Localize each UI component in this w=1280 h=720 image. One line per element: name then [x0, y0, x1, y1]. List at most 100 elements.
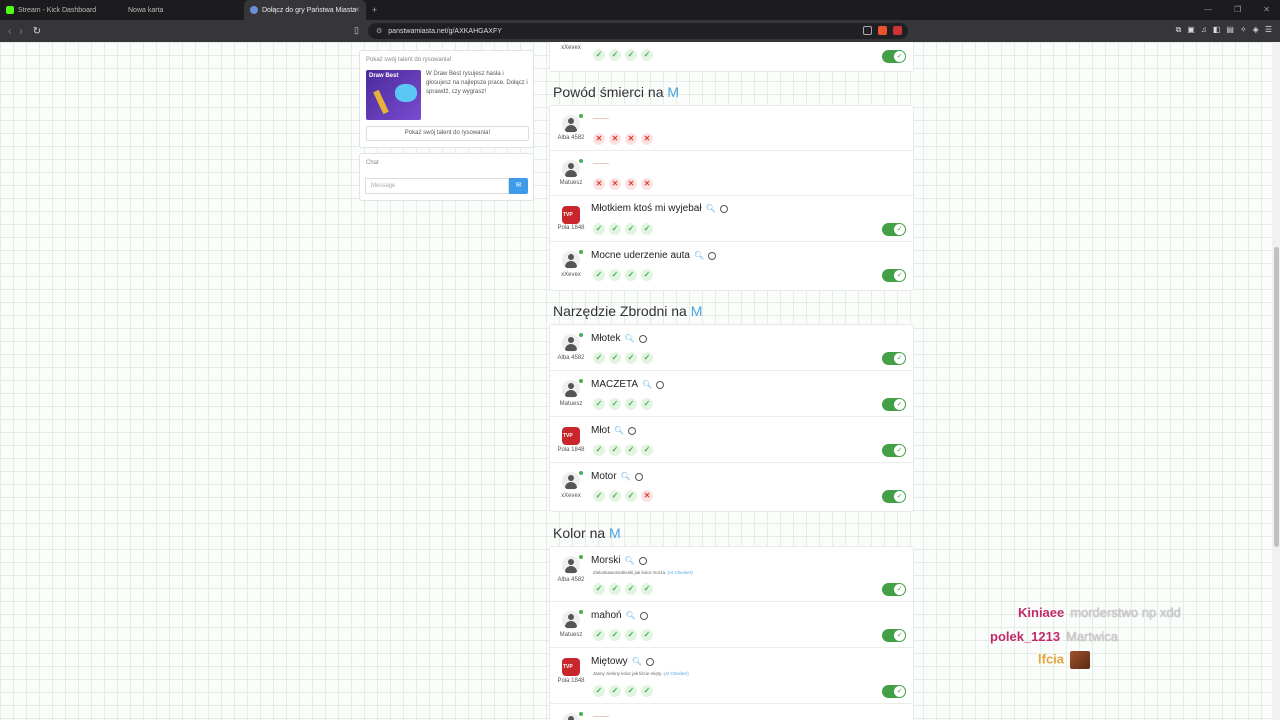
vote-accept-icon[interactable]: ✓: [609, 352, 621, 364]
emoji-icon[interactable]: [638, 334, 647, 343]
promo-button[interactable]: Pokaż swój talent do rysowania!: [366, 126, 529, 141]
vote-accept-icon[interactable]: ✓: [593, 49, 605, 61]
vote-accept-icon[interactable]: ✓: [641, 583, 653, 595]
chat-input[interactable]: Message: [365, 178, 509, 194]
bookmark-icon[interactable]: ▯: [354, 25, 359, 36]
vote-accept-icon[interactable]: ✓: [625, 685, 637, 697]
accept-toggle[interactable]: ✓: [882, 444, 906, 457]
vote-accept-icon[interactable]: ✓: [625, 444, 637, 456]
accept-toggle[interactable]: ✓: [882, 50, 906, 63]
vote-reject-icon[interactable]: ✕: [641, 133, 653, 145]
scrollbar-thumb[interactable]: [1274, 247, 1279, 547]
vote-reject-icon[interactable]: ✕: [641, 490, 653, 502]
accept-toggle[interactable]: ✓: [882, 223, 906, 236]
emoji-icon[interactable]: [639, 611, 648, 620]
vote-accept-icon[interactable]: ✓: [625, 223, 637, 235]
vote-reject-icon[interactable]: ✕: [641, 178, 653, 190]
vote-accept-icon[interactable]: ✓: [625, 629, 637, 641]
tab-kick-dashboard[interactable]: Stream - Kick Dashboard: [0, 0, 122, 20]
vote-accept-icon[interactable]: ✓: [593, 490, 605, 502]
leo-icon[interactable]: ✧: [1240, 25, 1247, 35]
reload-icon[interactable]: ↻: [33, 26, 41, 37]
rewards-icon[interactable]: [893, 26, 902, 35]
url-field[interactable]: ⚙ panstwamiasta.net/g/AXKAHGAXFY: [368, 23, 908, 39]
vote-accept-icon[interactable]: ✓: [641, 352, 653, 364]
vote-accept-icon[interactable]: ✓: [593, 685, 605, 697]
close-window-icon[interactable]: ✕: [1263, 5, 1270, 14]
draw-best-image[interactable]: Draw Best: [366, 70, 421, 120]
search-icon[interactable]: 🔍︎: [694, 251, 704, 260]
vote-accept-icon[interactable]: ✓: [593, 444, 605, 456]
vote-accept-icon[interactable]: ✓: [609, 223, 621, 235]
search-icon[interactable]: 🔍︎: [614, 426, 624, 435]
vote-reject-icon[interactable]: ✕: [625, 133, 637, 145]
back-icon[interactable]: ‹: [8, 26, 11, 37]
vote-reject-icon[interactable]: ✕: [609, 178, 621, 190]
accept-toggle[interactable]: ✓: [882, 490, 906, 503]
vote-accept-icon[interactable]: ✓: [625, 490, 637, 502]
vote-accept-icon[interactable]: ✓: [593, 629, 605, 641]
vote-accept-icon[interactable]: ✓: [609, 398, 621, 410]
accept-toggle[interactable]: ✓: [882, 583, 906, 596]
search-icon[interactable]: 🔍︎: [624, 556, 634, 565]
vote-accept-icon[interactable]: ✓: [609, 490, 621, 502]
vote-accept-icon[interactable]: ✓: [625, 269, 637, 281]
vote-accept-icon[interactable]: ✓: [641, 398, 653, 410]
vote-accept-icon[interactable]: ✓: [593, 583, 605, 595]
sidebar-icon[interactable]: ◧: [1213, 25, 1221, 35]
vote-accept-icon[interactable]: ✓: [609, 629, 621, 641]
vote-accept-icon[interactable]: ✓: [625, 352, 637, 364]
scrollbar[interactable]: [1272, 42, 1280, 720]
emoji-icon[interactable]: [638, 556, 647, 565]
vote-accept-icon[interactable]: ✓: [641, 444, 653, 456]
screenshot-icon[interactable]: ▣: [1187, 25, 1195, 35]
emoji-icon[interactable]: [634, 472, 643, 481]
search-icon[interactable]: 🔍︎: [642, 380, 652, 389]
vote-accept-icon[interactable]: ✓: [641, 269, 653, 281]
accept-toggle[interactable]: ✓: [882, 629, 906, 642]
emoji-icon[interactable]: [628, 426, 637, 435]
vote-accept-icon[interactable]: ✓: [625, 49, 637, 61]
vote-accept-icon[interactable]: ✓: [609, 49, 621, 61]
vote-accept-icon[interactable]: ✓: [609, 269, 621, 281]
accept-toggle[interactable]: ✓: [882, 685, 906, 698]
vote-accept-icon[interactable]: ✓: [641, 223, 653, 235]
tab-panstwa-miasta[interactable]: Dołącz do gry Państwa Miasta ✕: [244, 0, 366, 20]
vote-accept-icon[interactable]: ✓: [625, 583, 637, 595]
search-icon[interactable]: 🔍︎: [706, 204, 716, 213]
new-tab-button[interactable]: +: [372, 5, 377, 15]
vote-reject-icon[interactable]: ✕: [593, 178, 605, 190]
vote-accept-icon[interactable]: ✓: [625, 398, 637, 410]
search-icon[interactable]: 🔍︎: [626, 611, 636, 620]
vote-accept-icon[interactable]: ✓: [641, 685, 653, 697]
vote-accept-icon[interactable]: ✓: [609, 583, 621, 595]
search-icon[interactable]: 🔍︎: [624, 334, 634, 343]
wallet-icon[interactable]: ▤: [1226, 25, 1234, 35]
vote-reject-icon[interactable]: ✕: [625, 178, 637, 190]
vpn-icon[interactable]: ◈: [1253, 25, 1259, 35]
brave-shield-icon[interactable]: [878, 26, 887, 35]
tab-new[interactable]: Nowa karta: [122, 0, 244, 20]
site-settings-icon[interactable]: ⚙: [376, 27, 382, 35]
vote-accept-icon[interactable]: ✓: [641, 629, 653, 641]
accept-toggle[interactable]: ✓: [882, 398, 906, 411]
vote-reject-icon[interactable]: ✕: [609, 133, 621, 145]
vote-accept-icon[interactable]: ✓: [593, 269, 605, 281]
close-tab-icon[interactable]: ✕: [354, 6, 360, 14]
forward-icon[interactable]: ›: [19, 26, 22, 37]
search-icon[interactable]: 🔍︎: [632, 657, 642, 666]
music-icon[interactable]: ♫: [1201, 25, 1207, 35]
emoji-icon[interactable]: [708, 251, 717, 260]
vote-accept-icon[interactable]: ✓: [609, 444, 621, 456]
share-icon[interactable]: [863, 26, 872, 35]
vote-accept-icon[interactable]: ✓: [609, 685, 621, 697]
emoji-icon[interactable]: [656, 380, 665, 389]
menu-icon[interactable]: ☰: [1265, 25, 1272, 35]
send-message-button[interactable]: ✉: [509, 178, 528, 194]
extension-icon[interactable]: ⧉: [1176, 25, 1182, 35]
vote-accept-icon[interactable]: ✓: [593, 398, 605, 410]
vote-accept-icon[interactable]: ✓: [641, 49, 653, 61]
vote-reject-icon[interactable]: ✕: [593, 133, 605, 145]
emoji-icon[interactable]: [719, 204, 728, 213]
vote-accept-icon[interactable]: ✓: [593, 352, 605, 364]
